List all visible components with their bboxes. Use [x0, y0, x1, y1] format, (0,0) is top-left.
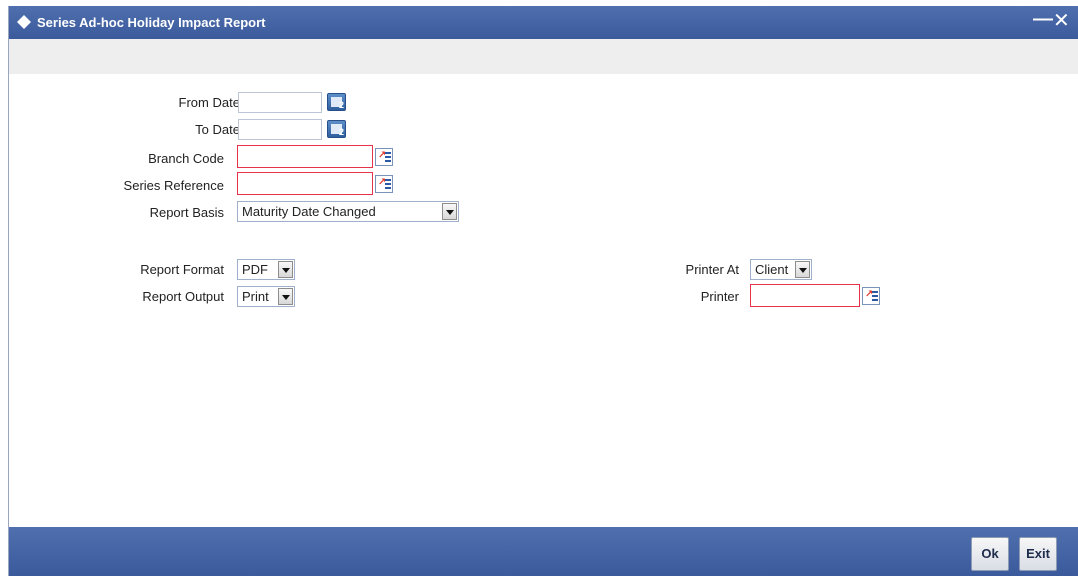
series-reference-label: Series Reference: [123, 178, 224, 193]
report-output-label: Report Output: [142, 289, 224, 304]
report-basis-select[interactable]: Maturity Date Changed: [237, 201, 459, 222]
from-date-label: From Date*: [99, 95, 249, 110]
chevron-down-icon[interactable]: [278, 261, 293, 278]
minimize-icon[interactable]: —: [1033, 8, 1053, 31]
printer-label: Printer: [700, 289, 739, 304]
branch-code-label: Branch Code: [148, 151, 224, 166]
lov-search-icon[interactable]: ↗: [862, 287, 880, 305]
printer-input[interactable]: [750, 284, 860, 307]
from-date-input[interactable]: [238, 92, 322, 113]
ok-button[interactable]: Ok: [971, 537, 1009, 571]
calendar-icon[interactable]: 2: [327, 93, 346, 111]
footer-bar: Ok Exit: [9, 527, 1078, 576]
close-icon[interactable]: ✕: [1053, 8, 1070, 33]
report-window: Series Ad-hoc Holiday Impact Report — ✕ …: [8, 6, 1078, 576]
lov-search-icon[interactable]: ↗: [375, 175, 393, 193]
report-basis-label: Report Basis: [149, 205, 224, 220]
chevron-down-icon[interactable]: [278, 288, 293, 305]
report-format-select[interactable]: PDF: [237, 259, 295, 280]
window-title: Series Ad-hoc Holiday Impact Report: [37, 15, 266, 30]
branch-code-input[interactable]: [237, 145, 373, 168]
to-date-input[interactable]: [238, 119, 322, 140]
report-output-select[interactable]: Print: [237, 286, 295, 307]
diamond-icon: [17, 15, 31, 29]
printer-at-label: Printer At: [685, 262, 739, 277]
calendar-icon[interactable]: 2: [327, 120, 346, 138]
report-format-label: Report Format: [140, 262, 224, 277]
toolbar-strip: [9, 39, 1078, 74]
to-date-label: To Date*: [99, 122, 249, 137]
series-reference-input[interactable]: [237, 172, 373, 195]
chevron-down-icon[interactable]: [795, 261, 810, 278]
lov-search-icon[interactable]: ↗: [375, 148, 393, 166]
chevron-down-icon[interactable]: [442, 203, 457, 220]
title-bar[interactable]: Series Ad-hoc Holiday Impact Report — ✕: [9, 6, 1078, 39]
exit-button[interactable]: Exit: [1019, 537, 1057, 571]
printer-at-select[interactable]: Client: [750, 259, 812, 280]
